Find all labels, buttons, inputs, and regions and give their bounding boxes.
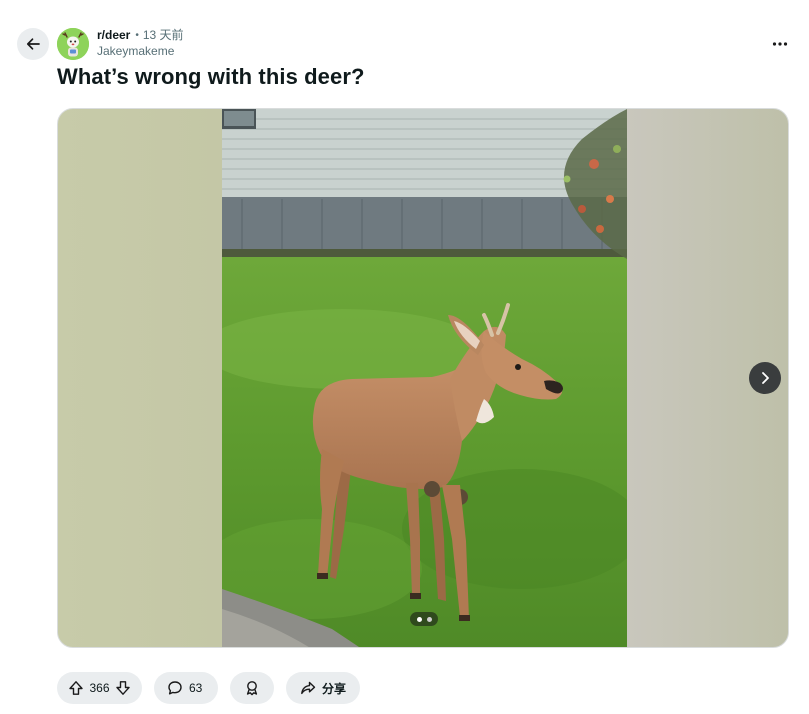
downvote-button[interactable] bbox=[112, 677, 134, 699]
gallery-pagination bbox=[410, 612, 438, 626]
more-horizontal-icon bbox=[772, 42, 788, 46]
award-button[interactable] bbox=[230, 672, 274, 704]
more-options-button[interactable] bbox=[766, 30, 794, 58]
share-arrow-icon bbox=[301, 681, 316, 695]
post-action-bar: 366 63 分享 bbox=[57, 672, 360, 704]
pagination-dot-2[interactable] bbox=[426, 616, 432, 622]
upvote-button[interactable] bbox=[65, 677, 87, 699]
share-button[interactable]: 分享 bbox=[286, 672, 360, 704]
arrow-left-icon bbox=[26, 38, 40, 50]
meta-separator: • bbox=[135, 30, 139, 41]
post-meta: r/deer • 13 天前 Jakeymakeme bbox=[97, 28, 184, 59]
arrow-down-icon bbox=[116, 681, 130, 695]
subreddit-avatar[interactable] bbox=[57, 28, 89, 60]
comments-button[interactable]: 63 bbox=[154, 672, 218, 704]
deer-avatar-icon bbox=[57, 28, 89, 60]
award-icon bbox=[246, 681, 258, 696]
chevron-right-icon bbox=[762, 372, 769, 384]
vote-count: 366 bbox=[89, 681, 110, 695]
post-image-deer bbox=[222, 109, 627, 647]
next-slide-button[interactable] bbox=[749, 362, 781, 394]
post-title: What’s wrong with this deer? bbox=[57, 64, 365, 89]
back-button[interactable] bbox=[17, 28, 49, 60]
post-timestamp: 13 天前 bbox=[142, 28, 184, 42]
author-link[interactable]: Jakeymakeme bbox=[97, 44, 184, 59]
media-gallery[interactable] bbox=[57, 108, 789, 648]
pagination-dot-1[interactable] bbox=[416, 616, 422, 622]
comment-bubble-icon bbox=[168, 681, 182, 695]
comment-count: 63 bbox=[189, 681, 203, 695]
share-label: 分享 bbox=[322, 681, 347, 696]
arrow-up-icon bbox=[69, 681, 83, 695]
subreddit-link[interactable]: r/deer bbox=[97, 28, 130, 43]
vote-control: 366 bbox=[57, 672, 142, 704]
